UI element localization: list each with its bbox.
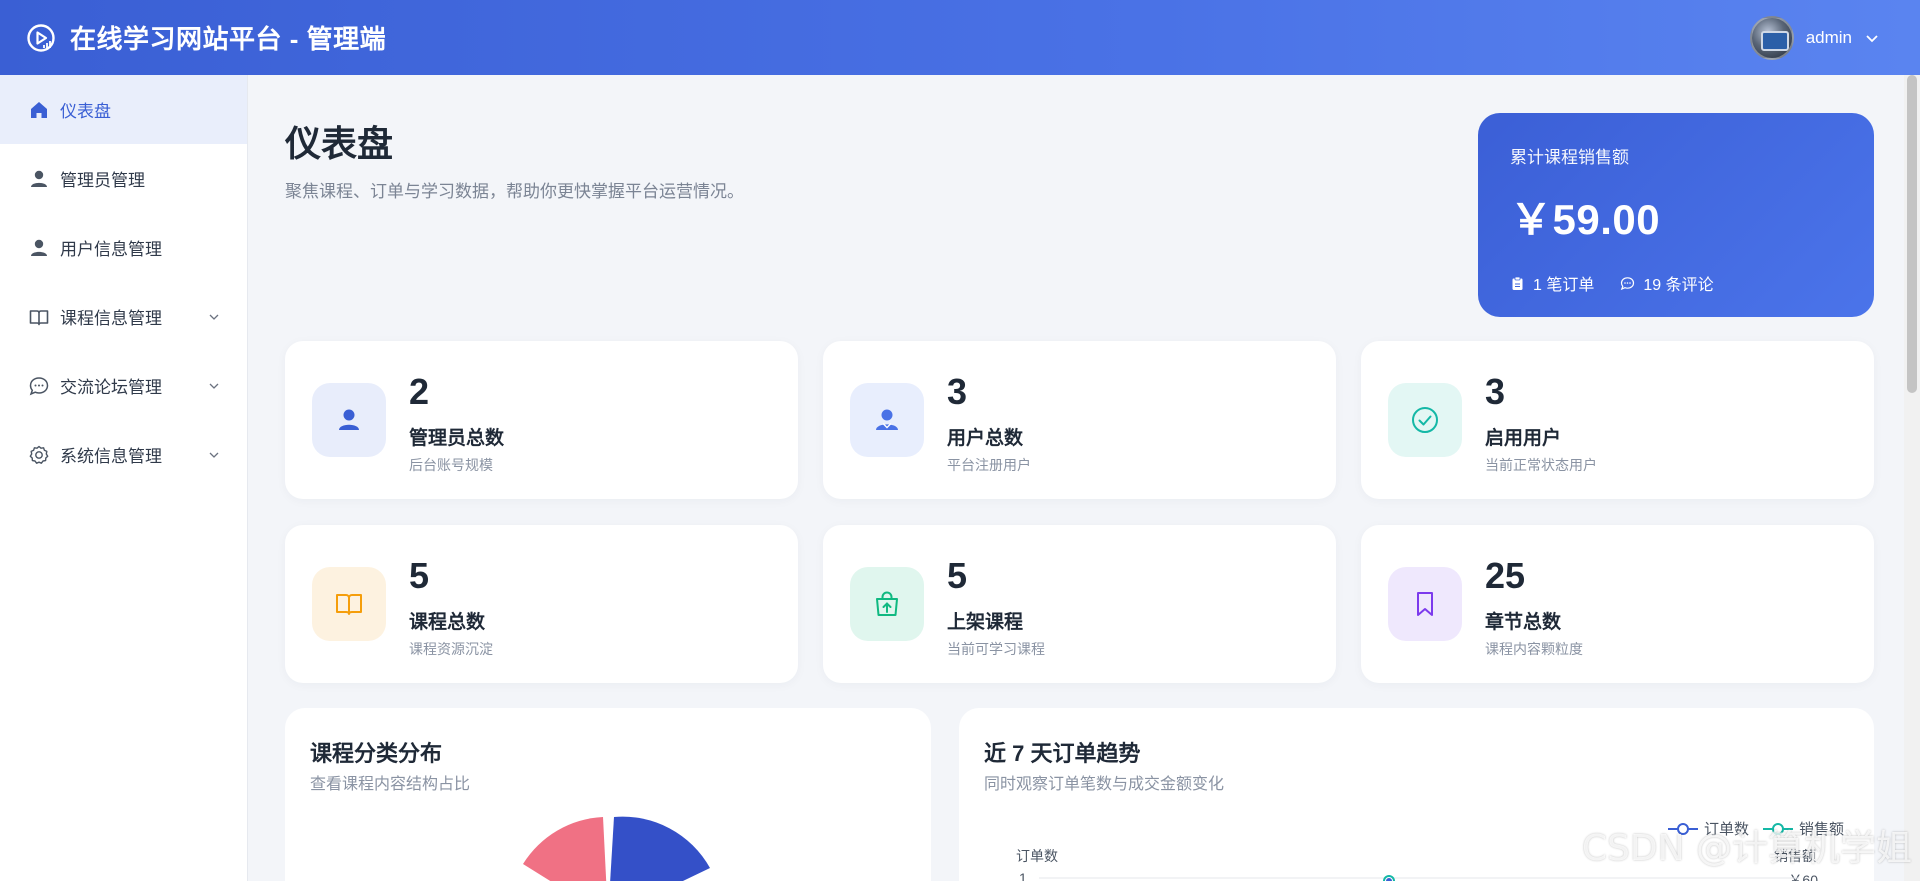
- legend-label: 订单数: [1703, 821, 1749, 838]
- stat-card-active-users: 3 启用用户 当前正常状态用户: [1361, 341, 1874, 499]
- sales-meta: 1 笔订单 19 条评论: [1510, 271, 1842, 295]
- stat-title: 启用用户: [1485, 428, 1562, 449]
- sidebar-item-label: 仪表盘: [60, 102, 111, 121]
- sidebar-item-forum[interactable]: 交流论坛管理: [0, 351, 247, 420]
- stat-card-users: 3 用户总数 平台注册用户: [823, 341, 1336, 499]
- page-title: 仪表盘: [285, 123, 394, 164]
- chat-icon: [1621, 276, 1635, 290]
- clipboard-icon: [1512, 276, 1523, 290]
- sidebar-item-admin[interactable]: 管理员管理: [0, 144, 247, 213]
- sidebar-item-label: 管理员管理: [60, 171, 145, 190]
- stat-title: 章节总数: [1485, 612, 1562, 633]
- stat-value: 2: [409, 371, 430, 412]
- stat-card-admins: 2 管理员总数 后台账号规模: [285, 341, 798, 499]
- panel-title: 近 7 天订单趋势: [984, 741, 1141, 766]
- comment-count-text: 19 条评论: [1643, 277, 1714, 294]
- order-count: 1 笔订单: [1510, 271, 1594, 295]
- sidebar-item-label: 交流论坛管理: [60, 378, 162, 397]
- y-axis-right-label: 销售额: [1774, 848, 1816, 864]
- pie-slice[interactable]: [523, 817, 608, 881]
- play-logo-icon: [27, 23, 55, 52]
- stat-title: 用户总数: [947, 428, 1024, 449]
- sidebar: 仪表盘 管理员管理 用户信息管理 课程信息管理 交流论坛管理 系统信息管理: [0, 75, 248, 881]
- sales-label: 累计课程销售额: [1510, 148, 1629, 167]
- pie-chart: [523, 816, 710, 881]
- stat-icon-box: [1388, 567, 1462, 641]
- stat-icon-box: [850, 383, 924, 457]
- stat-icon-box: [312, 383, 386, 457]
- trend-chart-area: [1039, 875, 1799, 881]
- legend-label: 销售额: [1798, 821, 1844, 838]
- sidebar-item-system[interactable]: 系统信息管理: [0, 420, 247, 489]
- legend-line-icon: [1667, 822, 1698, 835]
- page-subtitle: 聚焦课程、订单与学习数据，帮助你更快掌握平台运营情况。: [285, 182, 744, 201]
- top-header: 在线学习网站平台 - 管理端 admin: [0, 0, 1920, 75]
- stat-icon-box: [850, 567, 924, 641]
- chevron-down-icon[interactable]: [207, 379, 221, 393]
- avatar[interactable]: [1749, 15, 1794, 60]
- sidebar-item-users[interactable]: 用户信息管理: [0, 213, 247, 282]
- chevron-down-icon[interactable]: [1864, 30, 1880, 46]
- sidebar-item-label: 课程信息管理: [60, 309, 162, 328]
- sidebar-item-label: 用户信息管理: [60, 240, 162, 259]
- stat-title: 课程总数: [409, 612, 486, 633]
- user-icon: [31, 239, 47, 256]
- main-content: 仪表盘 聚焦课程、订单与学习数据，帮助你更快掌握平台运营情况。 累计课程销售额 …: [248, 75, 1920, 881]
- chevron-down-icon[interactable]: [207, 310, 221, 324]
- pie-slice[interactable]: [608, 816, 710, 881]
- user-icon: [31, 170, 47, 187]
- stat-desc: 当前正常状态用户: [1485, 457, 1597, 473]
- app-title: 在线学习网站平台 - 管理端: [70, 24, 387, 54]
- panel-subtitle: 同时观察订单笔数与成交金额变化: [984, 776, 1225, 793]
- legend-line-icon: [1762, 822, 1793, 835]
- chart-legend: 订单数 销售额: [1667, 818, 1844, 839]
- sales-value: ￥59.00: [1510, 196, 1661, 243]
- stat-card-chapters: 25 章节总数 课程内容颗粒度: [1361, 525, 1874, 683]
- scrollbar[interactable]: [1904, 75, 1920, 881]
- stat-desc: 课程内容颗粒度: [1485, 641, 1583, 657]
- stat-value: 3: [947, 371, 968, 412]
- stat-icon-box: [312, 567, 386, 641]
- order-count-text: 1 笔订单: [1533, 277, 1595, 294]
- chevron-down-icon[interactable]: [207, 448, 221, 462]
- comment-count: 19 条评论: [1620, 271, 1714, 295]
- user-icon: [339, 409, 359, 430]
- user-name[interactable]: admin: [1806, 28, 1852, 48]
- chat-icon: [29, 376, 49, 395]
- stat-value: 5: [947, 555, 968, 596]
- gear-icon: [29, 445, 49, 464]
- check-circle-icon: [1412, 407, 1438, 433]
- legend-item-sales[interactable]: 销售额: [1762, 818, 1844, 839]
- stat-value: 5: [409, 555, 430, 596]
- stat-desc: 平台注册用户: [947, 457, 1031, 473]
- stat-card-courses: 5 课程总数 课程资源沉淀: [285, 525, 798, 683]
- stat-title: 管理员总数: [409, 428, 505, 449]
- legend-item-orders[interactable]: 订单数: [1667, 818, 1749, 839]
- book-icon: [29, 309, 49, 325]
- stat-card-published-courses: 5 上架课程 当前可学习课程: [823, 525, 1336, 683]
- stat-desc: 课程资源沉淀: [409, 641, 493, 657]
- sidebar-item-dashboard[interactable]: 仪表盘: [0, 75, 247, 144]
- users-icon: [876, 409, 898, 430]
- stat-desc: 后台账号规模: [409, 457, 493, 473]
- stat-title: 上架课程: [947, 612, 1024, 633]
- home-icon: [31, 101, 47, 118]
- category-distribution-panel: 课程分类分布 查看课程内容结构占比: [285, 708, 931, 881]
- sales-summary-card: 累计课程销售额 ￥59.00 1 笔订单 19 条评论: [1478, 113, 1874, 317]
- scrollbar-thumb[interactable]: [1907, 75, 1917, 393]
- stat-value: 3: [1485, 371, 1506, 412]
- shopping-bag-icon: [876, 591, 898, 616]
- bookmark-icon: [1417, 592, 1433, 616]
- book-icon: [336, 594, 362, 615]
- sidebar-item-label: 系统信息管理: [60, 447, 162, 466]
- sidebar-item-courses[interactable]: 课程信息管理: [0, 282, 247, 351]
- user-menu[interactable]: admin: [1749, 15, 1880, 60]
- y-axis-left-label: 订单数: [1016, 848, 1058, 864]
- stat-value: 25: [1485, 555, 1526, 596]
- stat-desc: 当前可学习课程: [947, 641, 1045, 657]
- order-trend-panel: 近 7 天订单趋势 同时观察订单笔数与成交金额变化 订单数 销售额 订单数 销售…: [959, 708, 1874, 881]
- stat-icon-box: [1388, 383, 1462, 457]
